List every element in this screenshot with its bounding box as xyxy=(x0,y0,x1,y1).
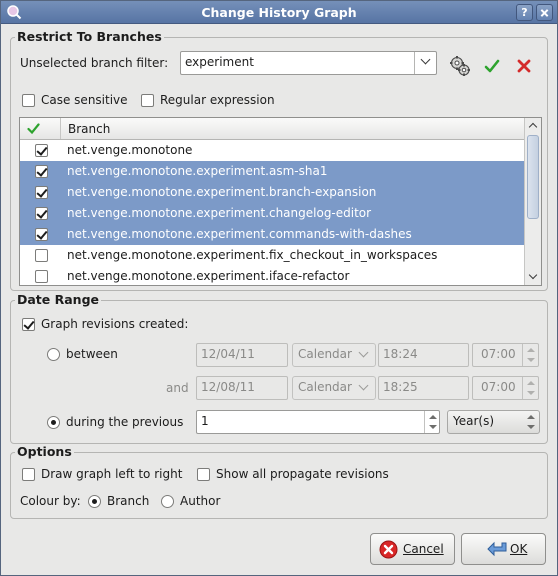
table-row[interactable]: net.venge.monotone.experiment.branch-exp… xyxy=(20,182,525,203)
branch-checkbox[interactable] xyxy=(35,165,48,178)
from-date-field[interactable]: 12/04/11 xyxy=(196,343,288,367)
branch-name: net.venge.monotone.experiment.branch-exp… xyxy=(67,185,377,199)
branch-checkbox[interactable] xyxy=(35,186,48,199)
during-previous-label: during the previous xyxy=(66,415,184,429)
gears-icon[interactable] xyxy=(449,55,471,77)
to-time-field[interactable]: 18:25 xyxy=(378,376,469,400)
branch-table: Branch net.venge.monotone net.venge.monot… xyxy=(19,117,542,286)
branch-name: net.venge.monotone.experiment.fix_checko… xyxy=(67,248,438,262)
to-timezone-spinbox[interactable]: 07:00 xyxy=(472,376,539,400)
date-range-title: Date Range xyxy=(15,292,102,307)
scroll-up-icon[interactable] xyxy=(525,118,541,133)
branch-filter-combo[interactable]: experiment xyxy=(180,51,437,75)
show-propagate-label: Show all propagate revisions xyxy=(216,467,389,481)
help-icon[interactable]: ? xyxy=(516,4,533,21)
cancel-icon xyxy=(379,540,398,559)
branch-rows: net.venge.monotone net.venge.monotone.exp… xyxy=(20,140,525,285)
ok-label: OK xyxy=(510,542,528,556)
branch-checkbox[interactable] xyxy=(35,207,48,220)
table-row[interactable]: net.venge.monotone.experiment.commands-w… xyxy=(20,224,525,245)
check-column-header[interactable] xyxy=(20,118,61,139)
colour-by-branch-radio[interactable] xyxy=(88,495,101,508)
colour-by-author-label: Author xyxy=(180,494,221,508)
ok-arrow-icon xyxy=(487,541,507,557)
branch-name: net.venge.monotone.experiment.commands-w… xyxy=(67,227,412,241)
colour-by-author-radio[interactable] xyxy=(161,495,174,508)
x-icon[interactable] xyxy=(517,59,531,73)
window-title: Change History Graph xyxy=(201,5,357,20)
table-row[interactable]: net.venge.monotone.experiment.changelog-… xyxy=(20,203,525,224)
change-history-graph-dialog: Change History Graph ? Restrict To Branc… xyxy=(0,0,558,576)
branch-name: net.venge.monotone.experiment.iface-refa… xyxy=(67,269,350,283)
table-row[interactable]: net.venge.monotone.experiment.asm-sha1 xyxy=(20,161,525,182)
during-previous-spinbox[interactable]: 1 xyxy=(196,410,440,434)
table-scrollbar[interactable] xyxy=(524,118,541,285)
between-radio[interactable] xyxy=(47,348,60,361)
to-calendar-combo[interactable]: Calendar xyxy=(292,376,376,400)
table-row[interactable]: net.venge.monotone.experiment.fix_checko… xyxy=(20,245,525,266)
branch-name: net.venge.monotone.experiment.asm-sha1 xyxy=(67,164,328,178)
spin-arrows-icon[interactable] xyxy=(522,344,538,366)
during-previous-radio[interactable] xyxy=(47,416,60,429)
colour-by-label: Colour by: xyxy=(20,494,81,508)
table-row[interactable]: net.venge.monotone xyxy=(20,140,525,161)
case-sensitive-checkbox[interactable] xyxy=(22,94,35,107)
scrollbar-thumb[interactable] xyxy=(527,135,539,219)
branch-name: net.venge.monotone xyxy=(67,143,193,157)
chevron-down-icon xyxy=(358,380,369,391)
graph-revisions-checkbox[interactable] xyxy=(22,318,35,331)
draw-left-to-right-checkbox[interactable] xyxy=(22,468,35,481)
restrict-branches-title: Restrict To Branches xyxy=(15,29,164,44)
draw-left-to-right-label: Draw graph left to right xyxy=(41,467,183,481)
regex-checkbox[interactable] xyxy=(141,94,154,107)
branch-column-header[interactable]: Branch xyxy=(68,122,110,136)
ok-button[interactable]: OK xyxy=(461,533,546,565)
branch-checkbox[interactable] xyxy=(35,249,48,262)
close-icon[interactable] xyxy=(536,4,553,21)
between-label: between xyxy=(66,347,118,361)
colour-by-branch-label: Branch xyxy=(107,494,150,508)
scroll-down-icon[interactable] xyxy=(525,270,541,285)
branch-filter-dropdown[interactable] xyxy=(414,52,436,74)
table-header: Branch xyxy=(20,118,525,140)
branch-filter-label: Unselected branch filter: xyxy=(20,56,169,70)
cancel-button[interactable]: Cancel xyxy=(370,533,455,565)
from-time-field[interactable]: 18:24 xyxy=(378,343,469,367)
checkmark-icon xyxy=(27,123,40,135)
show-propagate-checkbox[interactable] xyxy=(197,468,210,481)
from-timezone-spinbox[interactable]: 07:00 xyxy=(472,343,539,367)
to-date-field[interactable]: 12/08/11 xyxy=(196,376,288,400)
and-label: and xyxy=(166,381,189,395)
options-group: Options xyxy=(10,444,548,519)
chevron-down-icon xyxy=(420,54,431,65)
title-bar[interactable]: Change History Graph ? xyxy=(1,1,557,24)
regex-label: Regular expression xyxy=(160,93,275,107)
from-calendar-combo[interactable]: Calendar xyxy=(292,343,376,367)
spin-arrows-icon[interactable] xyxy=(522,377,538,399)
graph-revisions-label: Graph revisions created: xyxy=(41,317,189,331)
chevron-updown-icon xyxy=(523,411,539,433)
branch-checkbox[interactable] xyxy=(35,144,48,157)
chevron-down-icon xyxy=(358,347,369,358)
options-title: Options xyxy=(15,444,74,459)
cancel-label: Cancel xyxy=(403,542,444,556)
spin-arrows-icon[interactable] xyxy=(424,411,439,433)
branch-checkbox[interactable] xyxy=(35,228,48,241)
branch-checkbox[interactable] xyxy=(35,270,48,283)
period-unit-combo[interactable]: Year(s) xyxy=(447,410,540,434)
app-icon xyxy=(7,5,22,20)
branch-filter-value: experiment xyxy=(185,55,254,69)
table-row[interactable]: net.venge.monotone.experiment.iface-refa… xyxy=(20,266,525,285)
case-sensitive-label: Case sensitive xyxy=(41,93,128,107)
branch-name: net.venge.monotone.experiment.changelog-… xyxy=(67,206,372,220)
checkmark-icon[interactable] xyxy=(484,58,500,74)
